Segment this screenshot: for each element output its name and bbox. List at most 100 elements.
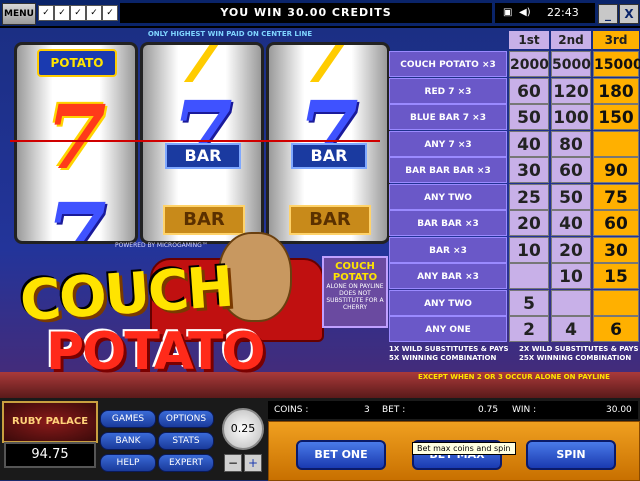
payout-p1: 25 [509, 183, 549, 210]
coin-decrease-button[interactable]: − [224, 454, 242, 472]
paytable-row: ANY TWO 5 [389, 289, 639, 316]
games-button[interactable]: GAMES [100, 410, 156, 428]
bank-button[interactable]: BANK [100, 432, 156, 450]
coin-value-selector[interactable]: 0.25 [222, 408, 264, 450]
payout-p3: 15 [593, 263, 639, 289]
stats-strip: COINS : 3 BET : 0.75 WIN : 30.00 [268, 401, 638, 419]
checkbox-icon[interactable]: ✓ [102, 5, 118, 21]
wild-2x-text: 2X WILD SUBSTITUTES & PAYS 25X WINNING C… [519, 345, 639, 362]
payout-p2 [551, 289, 591, 316]
expert-button[interactable]: EXPERT [158, 454, 214, 472]
options-button[interactable]: OPTIONS [158, 410, 214, 428]
paytable-symbol: ANY BAR ×3 [389, 263, 507, 289]
paytable-symbol: BLUE BAR 7 ×3 [389, 104, 507, 130]
payout-p2: 40 [551, 210, 591, 236]
paytable-symbol: COUCH POTATO ×3 [389, 51, 507, 77]
payout-p3: 180 [593, 77, 639, 104]
payout-p1: 50 [509, 104, 549, 130]
powered-by: POWERED BY MICROGAMING™ [115, 242, 208, 249]
except-note: EXCEPT WHEN 2 OR 3 OCCUR ALONE ON PAYLIN… [418, 373, 610, 381]
minimize-button[interactable]: _ [598, 4, 618, 24]
payout-p1: 10 [509, 236, 549, 263]
bet-one-button[interactable]: BET ONE [296, 440, 386, 470]
top-bar: MENU ✓ ✓ ✓ ✓ ✓ YOU WIN 30.00 CREDITS ▣ ◀… [0, 0, 640, 28]
checkbox-icon[interactable]: ✓ [38, 5, 54, 21]
paytable-symbol: ANY 7 ×3 [389, 130, 507, 157]
paytable: 1st 2nd 3rd COUCH POTATO ×3 2000 5000 15000… [389, 31, 640, 343]
couch-note-title: COUCH POTATO [332, 261, 378, 283]
logo-potato: POTATO [46, 322, 266, 382]
paytable-row: RED 7 ×3 60 120 180 [389, 77, 639, 104]
payout-p1: 2 [509, 316, 549, 342]
payout-p1: 2000 [509, 51, 549, 77]
spin-button[interactable]: SPIN [526, 440, 616, 470]
reel-3: 7 7 BAR BAR [266, 42, 390, 244]
paytable-symbol: RED 7 ×3 [389, 77, 507, 104]
paytable-row: ANY 7 ×3 40 80 [389, 130, 639, 157]
paytable-row: ANY ONE 2 4 6 [389, 316, 639, 342]
payout-p1: 20 [509, 210, 549, 236]
payout-p1: 30 [509, 157, 549, 183]
payout-p3: 90 [593, 157, 639, 183]
payout-p2: 5000 [551, 51, 591, 77]
paytable-row: BAR ×3 10 20 30 [389, 236, 639, 263]
system-tray: ▣ ◀) 22:43 [495, 3, 595, 23]
reel-1: POTATO 7 7 [14, 42, 138, 244]
wild-1x-text: 1X WILD SUBSTITUTES & PAYS 5X WINNING CO… [389, 345, 509, 362]
potato-symbol: POTATO [37, 49, 117, 77]
bet-label: BET : [382, 405, 406, 415]
payline [10, 140, 380, 142]
paytable-symbol: BAR ×3 [389, 236, 507, 263]
paytable-symbol: BAR BAR BAR ×3 [389, 157, 507, 183]
bet-max-tooltip: Bet max coins and spin [412, 442, 516, 455]
reel-2: 7 7 BAR BAR [140, 42, 264, 244]
win-value: 30.00 [606, 405, 632, 415]
payout-p2: 100 [551, 104, 591, 130]
payout-p3: 75 [593, 183, 639, 210]
win-label: WIN : [512, 405, 537, 415]
payout-p1: 5 [509, 289, 549, 316]
coins-value: 3 [364, 405, 370, 415]
paytable-row: BLUE BAR 7 ×3 50 100 150 [389, 104, 639, 130]
gold-bar-symbol: BAR [163, 205, 245, 235]
coin-increase-button[interactable]: + [244, 454, 262, 472]
checkbox-icon[interactable]: ✓ [86, 5, 102, 21]
wild-info: 1X WILD SUBSTITUTES & PAYS 5X WINNING CO… [389, 343, 639, 383]
bar-symbol: BAR [291, 143, 367, 169]
paytable-row: ANY TWO 25 50 75 [389, 183, 639, 210]
help-button[interactable]: HELP [100, 454, 156, 472]
clock: 22:43 [547, 6, 579, 19]
paytable-symbol: ANY ONE [389, 316, 507, 342]
payout-p3: 6 [593, 316, 639, 342]
payout-p3: 30 [593, 236, 639, 263]
payout-p2: 4 [551, 316, 591, 342]
bet-value: 0.75 [478, 405, 499, 415]
paytable-header-2nd: 2nd [551, 31, 591, 49]
paytable-header-3rd: 3rd [593, 31, 639, 49]
paytable-header-1st: 1st [509, 31, 549, 49]
blue-seven-symbol: 7 [45, 183, 107, 244]
couch-potato-note: COUCH POTATO ALONE ON PAYLINE DOES NOT S… [322, 256, 388, 328]
payout-p2: 80 [551, 130, 591, 157]
close-button[interactable]: X [619, 4, 639, 24]
payout-p2: 50 [551, 183, 591, 210]
menu-button[interactable]: MENU [2, 3, 36, 25]
payout-p1 [509, 263, 549, 289]
payout-p2: 120 [551, 77, 591, 104]
paytable-row: COUCH POTATO ×3 2000 5000 15000 [389, 51, 640, 77]
coins-label: COINS : [274, 405, 309, 415]
checkbox-icon[interactable]: ✓ [54, 5, 70, 21]
payout-p2: 60 [551, 157, 591, 183]
payout-p3 [593, 289, 639, 316]
checkbox-icon[interactable]: ✓ [70, 5, 86, 21]
casino-logo: RUBY PALACE [2, 401, 98, 443]
payout-p1: 60 [509, 77, 549, 104]
payout-p2: 20 [551, 236, 591, 263]
paytable-symbol: ANY TWO [389, 289, 507, 316]
paytable-symbol: BAR BAR ×3 [389, 210, 507, 236]
speaker-icon[interactable]: ◀) [519, 3, 531, 23]
paytable-row: BAR BAR ×3 20 40 60 [389, 210, 639, 236]
stats-button[interactable]: STATS [158, 432, 214, 450]
payout-p3 [593, 130, 639, 157]
payout-p3: 60 [593, 210, 639, 236]
